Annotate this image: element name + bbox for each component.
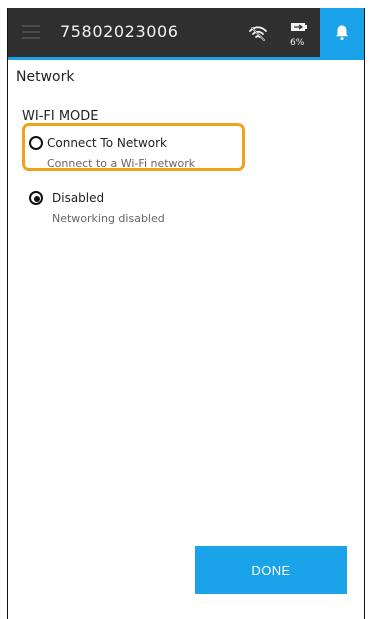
menu-line-top	[22, 25, 40, 27]
radio-disabled[interactable]	[29, 191, 43, 205]
device-id: 75802023006	[60, 22, 179, 41]
battery-status: 6%	[288, 18, 312, 50]
option-description-disabled: Networking disabled	[52, 212, 165, 225]
radio-connect-network[interactable]	[29, 136, 43, 150]
wifi-mode-section-title: WI-FI MODE	[22, 109, 99, 124]
wifi-option-disabled[interactable]: Disabled Networking disabled	[22, 178, 242, 226]
device-screen: 75802023006 6% Network WI-FI MODE Connec…	[7, 8, 365, 619]
bell-icon	[336, 25, 348, 41]
page-title: Network	[16, 69, 75, 85]
menu-line-bottom	[22, 37, 40, 39]
menu-icon[interactable]	[22, 25, 42, 39]
option-description-connect: Connect to a Wi-Fi network	[47, 157, 196, 170]
option-label-connect: Connect To Network	[47, 136, 167, 150]
option-label-disabled: Disabled	[52, 191, 105, 205]
wifi-option-connect[interactable]: Connect To Network Connect to a Wi-Fi ne…	[22, 123, 245, 171]
top-bar: 75802023006 6%	[8, 8, 364, 57]
battery-charging-icon	[291, 23, 307, 31]
notifications-button[interactable]	[320, 8, 364, 57]
wifi-disconnected-icon	[249, 26, 267, 41]
done-button[interactable]: DONE	[195, 546, 347, 594]
battery-percent: 6%	[290, 38, 305, 48]
top-bar-accent-line	[8, 57, 364, 60]
menu-line-middle	[22, 31, 40, 33]
